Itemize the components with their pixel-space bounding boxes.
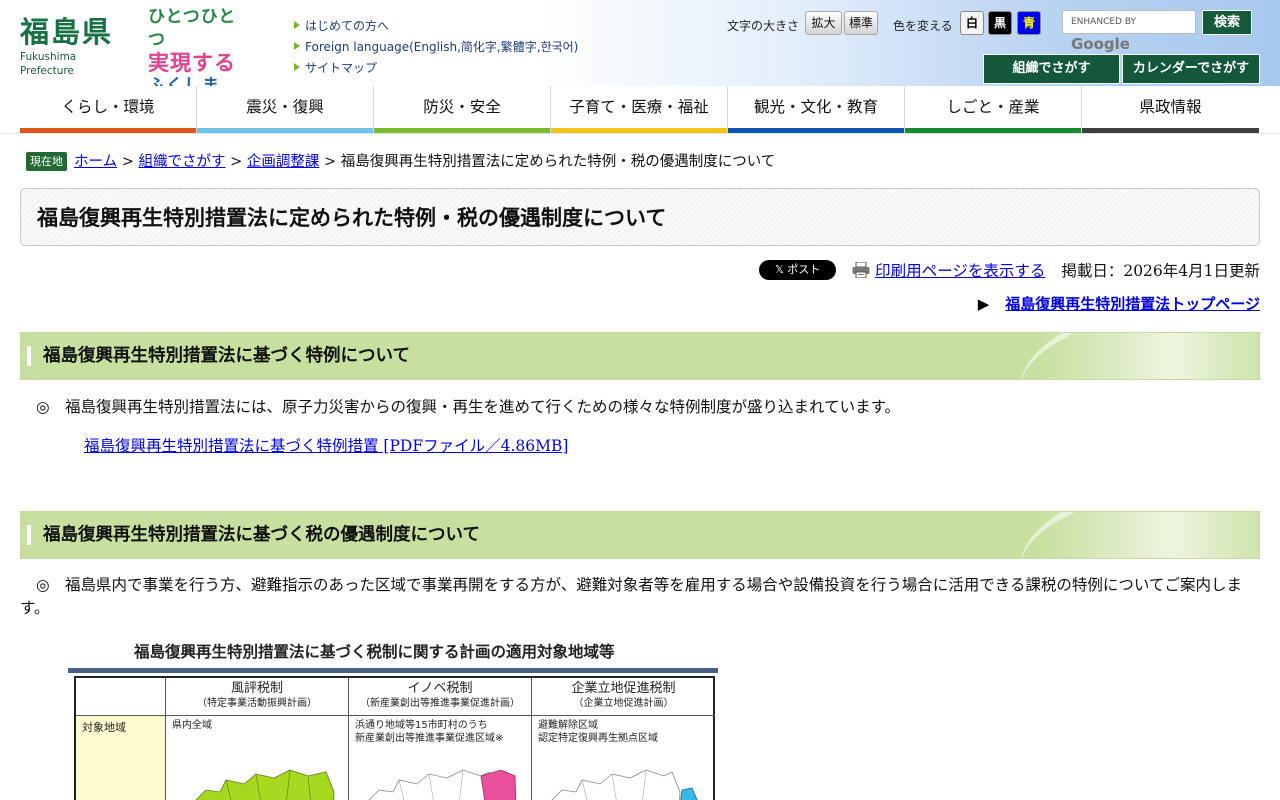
section2-text: ◎ 福島県内で事業を行う方、避難指示のあった区域で事業再開をする方が、避難対象者… [20,576,1242,617]
section1-heading: 福島復興再生特別措置法に基づく特例について [20,332,1260,380]
figure-col-header-3: 企業立地促進税制 （企業立地促進計画） [532,678,715,716]
nav-item-2[interactable]: 震災・復興 [197,86,374,133]
map-evacuation-area [551,769,698,800]
current-location-badge: 現在地 [26,152,67,171]
printer-icon [852,262,870,278]
page-title: 福島復興再生特別措置法に定められた特例・税の優遇制度について [20,188,1260,246]
law-top-page-link[interactable]: 福島復興再生特別措置法トップページ [1005,295,1260,313]
figure-table: 風評税制 （特定事業活動振興計画） イノベ税制 （新産業創出等推進事業促進計画） 企… [74,676,715,800]
search-button[interactable]: 検索 [1202,10,1252,35]
nav-divider [0,133,1280,134]
figure-col-header-2: イノベ税制 （新産業創出等推進事業促進計画） [349,678,532,716]
color-label: 色を変える [893,19,953,33]
foreign-language-link[interactable]: Foreign language(English,简化字,繁體字,한국어) [294,37,578,58]
breadcrumb-current: 福島復興再生特別措置法に定められた特例・税の優遇制度について [340,154,776,170]
nav-item-label: しごと・産業 [946,98,1040,116]
play-arrow-icon: ▶ [977,295,990,313]
breadcrumb-separator: > [121,154,134,170]
breadcrumb-home[interactable]: ホーム [74,154,117,170]
section2-heading: 福島復興再生特別措置法に基づく税の優遇制度について [20,511,1260,559]
page-meta: 𝕏 ポスト 印刷用ページを表示する 掲載日：2026年4月1日更新 [759,260,1260,280]
global-nav: くらし・環境 震災・復興 防災・安全 子育て・医療・福祉 観光・文化・教育 しごと・産業 県… [20,86,1260,133]
figure-corner-cell [76,678,166,716]
nav-item-label: 観光・文化・教育 [753,98,878,116]
x-post-button[interactable]: 𝕏 ポスト [759,260,837,280]
special-measures-pdf-link[interactable]: 福島復興再生特別措置法に基づく特例措置 [PDFファイル／4.86MB] [84,434,568,456]
heading-marker [27,346,31,366]
figure-rule [68,668,718,673]
breadcrumb-separator: > [230,154,243,170]
figure-body-cell-3: 避難解除区域 認定特定復興再生拠点区域 [532,716,715,800]
nav-item-3[interactable]: 防災・安全 [374,86,551,133]
font-size-enlarge-button[interactable]: 拡大 [805,11,842,35]
figure-body-cell-2: 浜通り地域等15市町村のうち 新産業創出等推進事業促進区域※ [349,716,532,800]
nav-item-label: 防災・安全 [423,98,501,116]
breadcrumb-separator: > [323,154,337,170]
print-page-link[interactable]: 印刷用ページを表示する [875,259,1045,281]
breadcrumb: 現在地 ホーム > 組織でさがす > 企画調整課 > 福島復興再生特別措置法に定め… [26,152,775,172]
site-logo[interactable]: 福島県 Fukushima Prefecture [20,14,132,78]
map-all-prefecture [195,769,335,800]
color-blue-button[interactable]: 青 [1017,11,1041,35]
slogan-logo: ひとつひとつ 実現する ふくしま [148,6,248,96]
breadcrumb-org-search[interactable]: 組織でさがす [138,154,225,170]
color-black-button[interactable]: 黒 [988,11,1012,35]
section1-text: ◎ 福島復興再生特別措置法には、原子力災害からの復興・再生を進めて行くための様々… [36,398,901,416]
quick-links: はじめての方へ Foreign language(English,简化字,繁體字… [294,16,578,79]
sitemap-link[interactable]: サイトマップ [294,58,578,79]
nav-item-label: 震災・復興 [246,98,324,116]
color-white-button[interactable]: 白 [960,11,984,35]
search-input[interactable]: ENHANCED BY Google [1062,10,1196,53]
first-time-link[interactable]: はじめての方へ [294,16,578,37]
nav-item-label: 子育て・医療・福祉 [569,98,709,116]
heading-marker [27,525,31,545]
slogan-line-2: 実現する [148,51,236,75]
triangle-icon [294,42,300,50]
triangle-icon [294,21,300,29]
map-innovation-area [368,769,517,800]
logo-japanese: 福島県 [20,15,114,49]
font-size-standard-button[interactable]: 標準 [844,11,878,35]
heading-swoosh-decoration [1009,333,1259,379]
google-logo: Google [1071,35,1130,53]
tax-area-figure: 福島復興再生特別措置法に基づく税制に関する計画の適用対象地域等 風評税制 （特定事… [68,640,718,800]
nav-item-6[interactable]: しごと・産業 [905,86,1082,133]
nav-item-label: 県政情報 [1139,98,1202,116]
figure-col-header-1: 風評税制 （特定事業活動振興計画） [166,678,349,716]
nav-item-7[interactable]: 県政情報 [1082,86,1259,133]
figure-row-label-cell: 対象地域 [76,716,166,800]
font-size-label: 文字の大きさ [727,19,800,33]
calendar-search-button[interactable]: カレンダーでさがす [1122,54,1260,84]
law-top-link-row: ▶ 福島復興再生特別措置法トップページ [978,293,1260,314]
nav-item-label: くらし・環境 [61,98,155,116]
site-header: 福島県 Fukushima Prefecture ひとつひとつ 実現する ふくし… [0,0,1280,96]
breadcrumb-planning-division[interactable]: 企画調整課 [247,154,320,170]
triangle-icon [294,63,300,71]
updated-date: 掲載日：2026年4月1日更新 [1061,262,1260,280]
nav-item-5[interactable]: 観光・文化・教育 [728,86,905,133]
logo-english: Fukushima Prefecture [20,51,77,77]
heading-swoosh-decoration [1009,512,1259,558]
figure-title: 福島復興再生特別措置法に基づく税制に関する計画の適用対象地域等 [134,643,615,661]
nav-item-1[interactable]: くらし・環境 [20,86,197,133]
nav-item-4[interactable]: 子育て・医療・福祉 [551,86,728,133]
slogan-line-1: ひとつひとつ [148,7,237,50]
org-search-button[interactable]: 組織でさがす [983,54,1120,84]
figure-body-cell-1: 県内全域 [166,716,349,800]
